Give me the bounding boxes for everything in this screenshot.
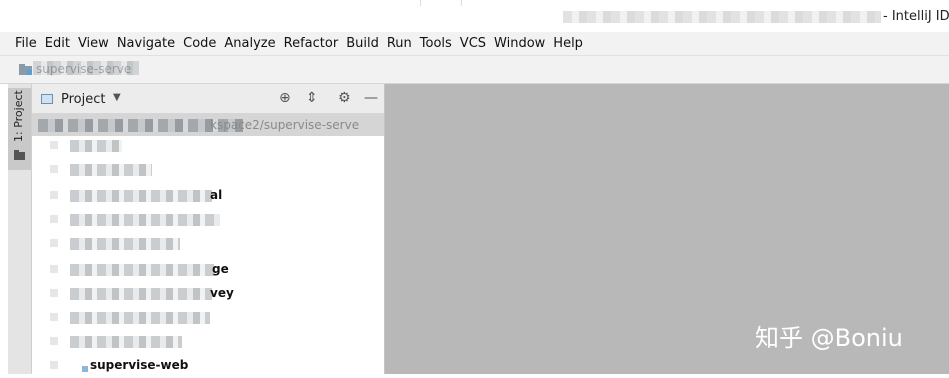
- tree-expander-icon: [50, 191, 58, 199]
- tree-expander-icon: [50, 361, 58, 369]
- view-dropdown-icon[interactable]: ▼: [113, 92, 121, 103]
- menu-refactor[interactable]: Refactor: [284, 36, 339, 51]
- tree-row[interactable]: [32, 208, 384, 232]
- tree-expander-icon: [50, 289, 58, 297]
- tool-window-strip: 1: Project: [8, 84, 32, 374]
- menu-code[interactable]: Code: [183, 36, 216, 51]
- root-path: kspace2/supervise-serve: [210, 118, 360, 132]
- menu-edit[interactable]: Edit: [45, 36, 70, 51]
- tree-row[interactable]: [32, 330, 384, 354]
- row-name-redacted: [70, 288, 212, 300]
- row-name-redacted: [70, 312, 210, 324]
- row-label: ge: [212, 262, 229, 276]
- row-name-redacted: [70, 190, 212, 202]
- tree-row[interactable]: [32, 306, 384, 330]
- menu-navigate[interactable]: Navigate: [117, 36, 175, 51]
- hide-panel-icon[interactable]: —: [364, 91, 378, 105]
- row-name-redacted: [70, 238, 180, 250]
- breadcrumb[interactable]: supervise-serve: [36, 62, 131, 76]
- row-name-redacted: [70, 140, 122, 152]
- row-name-redacted: [70, 264, 214, 276]
- project-tab-label: 1: Project: [12, 90, 25, 142]
- menu-file[interactable]: File: [15, 36, 37, 51]
- row-name-redacted: [70, 164, 152, 176]
- collapse-all-icon[interactable]: ⇕: [306, 91, 318, 105]
- row-name-redacted: [70, 336, 182, 348]
- project-tool-tab[interactable]: 1: Project: [8, 88, 31, 170]
- project-view-icon: [41, 94, 53, 104]
- tree-root-row[interactable]: kspace2/supervise-serve: [32, 114, 384, 136]
- folder-icon: [19, 64, 32, 75]
- tree-expander-icon: [50, 313, 58, 321]
- menu-build[interactable]: Build: [346, 36, 379, 51]
- window-title-redacted: [563, 11, 881, 23]
- tree-row[interactable]: vey: [32, 282, 384, 306]
- module-icon: [82, 366, 88, 372]
- tree-expander-icon: [50, 215, 58, 223]
- tree-row[interactable]: [32, 134, 384, 158]
- row-label: vey: [210, 286, 234, 300]
- row-label: al: [210, 188, 223, 202]
- menu-tools[interactable]: Tools: [420, 36, 452, 51]
- menu-vcs[interactable]: VCS: [460, 36, 486, 51]
- titlebar-separator: [420, 0, 462, 6]
- tree-row[interactable]: al: [32, 184, 384, 208]
- menu-help[interactable]: Help: [553, 36, 583, 51]
- menu-view[interactable]: View: [78, 36, 109, 51]
- locate-file-icon[interactable]: ⊕: [279, 91, 291, 105]
- menu-window[interactable]: Window: [494, 36, 545, 51]
- window-titlebar: - IntelliJ ID: [0, 0, 949, 32]
- row-name-redacted: [70, 214, 220, 226]
- settings-gear-icon[interactable]: ⚙: [338, 91, 351, 105]
- project-panel: Project ▼ ⊕ ⇕ ⚙ — kspace2/supervise-serv…: [32, 84, 385, 374]
- tree-expander-icon: [50, 165, 58, 173]
- watermark: 知乎 @Boniu: [755, 324, 903, 352]
- project-folder-icon: [14, 150, 25, 160]
- menu-analyze[interactable]: Analyze: [224, 36, 275, 51]
- window-left-edge: [0, 84, 8, 374]
- row-label: supervise-web: [90, 358, 189, 372]
- tree-row[interactable]: [32, 232, 384, 256]
- tree-row[interactable]: supervise-web: [32, 354, 384, 378]
- tree-expander-icon: [50, 337, 58, 345]
- menu-run[interactable]: Run: [387, 36, 412, 51]
- tree-expander-icon: [50, 239, 58, 247]
- window-title: - IntelliJ ID: [883, 9, 949, 24]
- tree-expander-icon: [50, 141, 58, 149]
- navigation-bar: supervise-serve: [0, 56, 949, 84]
- tree-row[interactable]: ge: [32, 258, 384, 282]
- tree-row[interactable]: [32, 158, 384, 182]
- project-panel-header: Project ▼ ⊕ ⇕ ⚙ —: [32, 84, 384, 114]
- tree-expander-icon: [50, 265, 58, 273]
- menu-bar: File Edit View Navigate Code Analyze Ref…: [0, 32, 949, 56]
- panel-title[interactable]: Project: [61, 92, 105, 107]
